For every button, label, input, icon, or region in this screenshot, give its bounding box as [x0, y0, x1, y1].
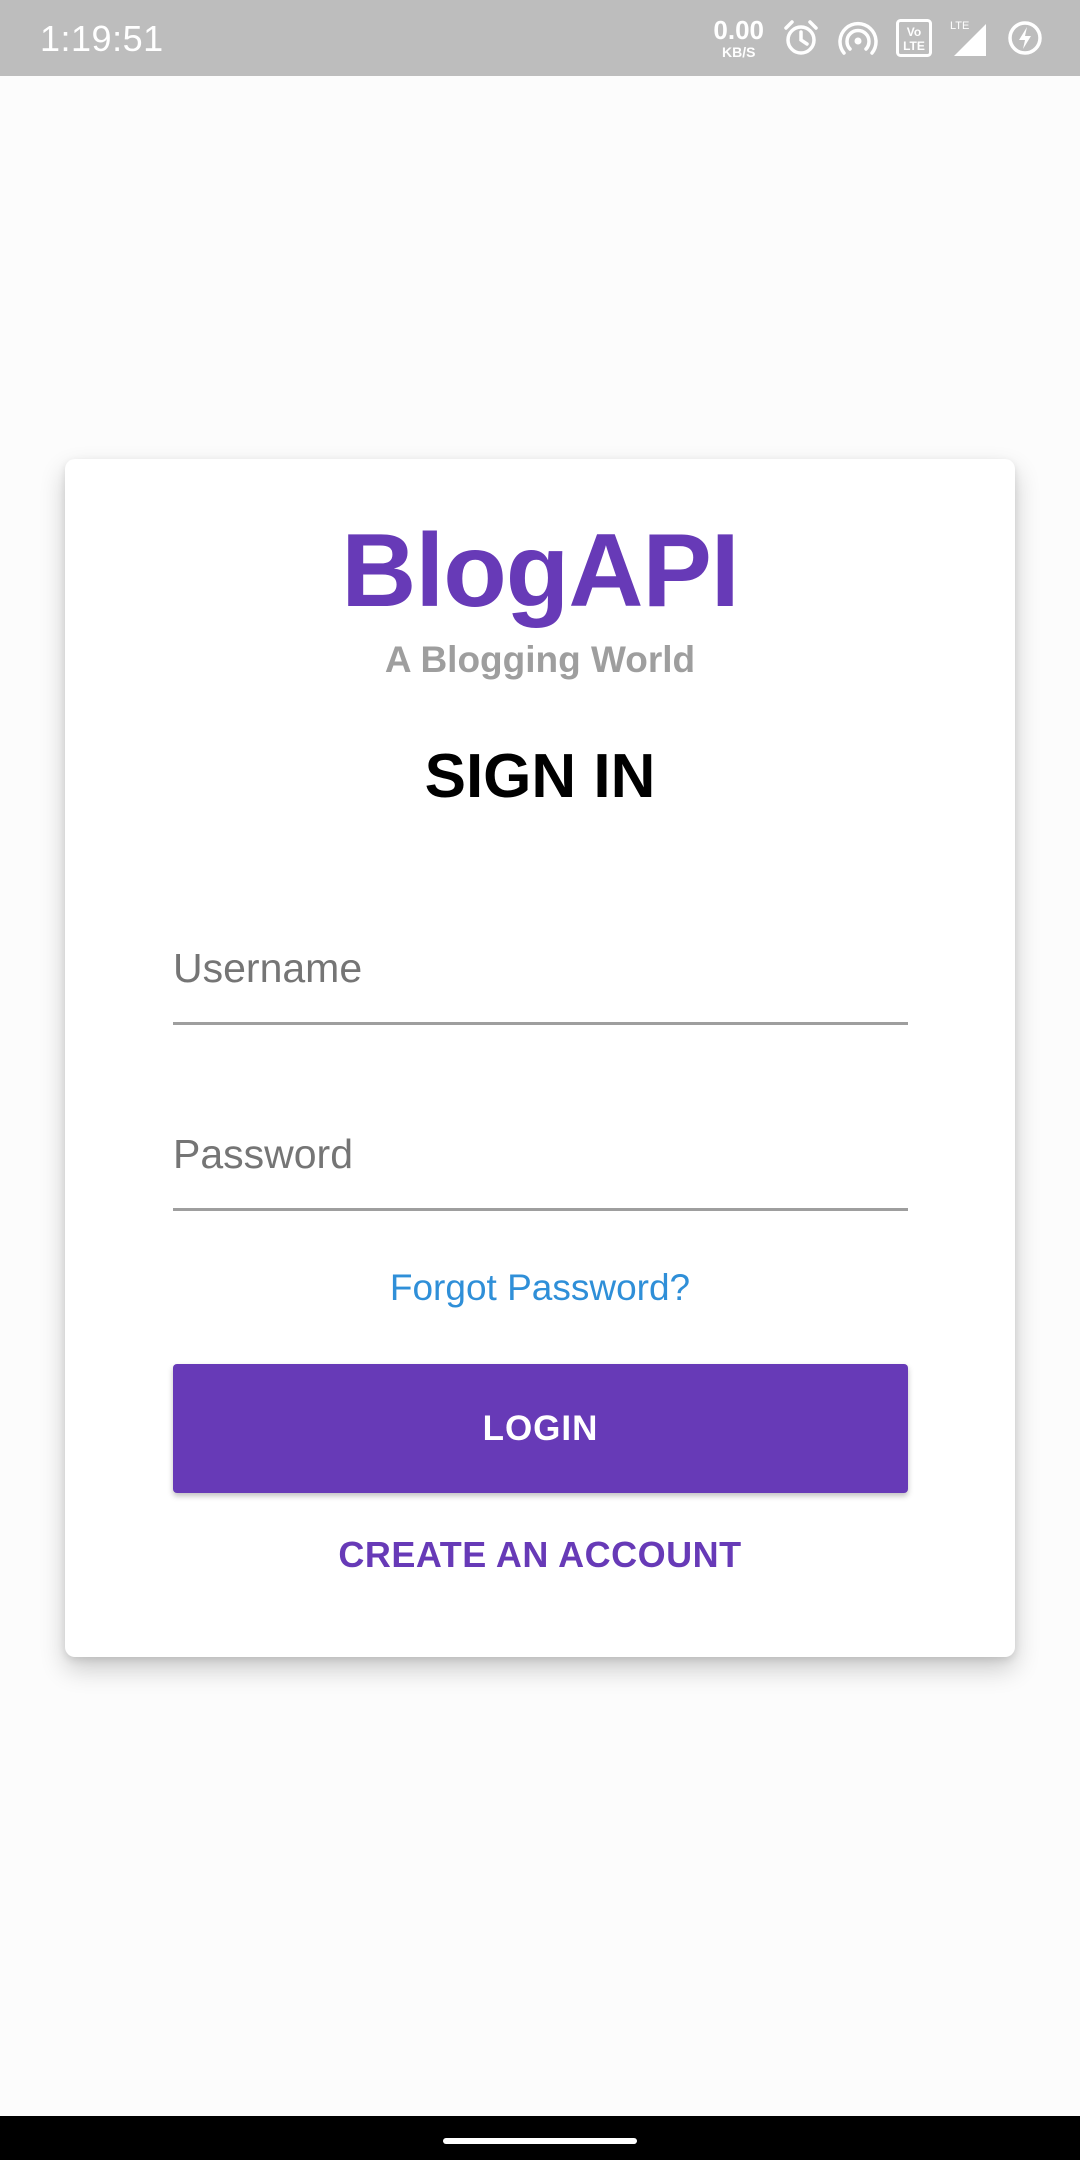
status-icons: 0.00 KB/S Vo LTE LTE	[713, 14, 1044, 62]
navigation-bar	[0, 2116, 1080, 2160]
status-bar: 1:19:51 0.00 KB/S Vo LTE LTE	[0, 0, 1080, 76]
volte-icon: Vo LTE	[896, 19, 932, 57]
network-speed: 0.00 KB/S	[713, 17, 764, 59]
status-time: 1:19:51	[40, 18, 164, 59]
password-input[interactable]	[173, 1115, 908, 1208]
app-logo-text: BlogAPI	[341, 513, 739, 629]
create-account-button[interactable]: CREATE AN ACCOUNT	[65, 1534, 1015, 1576]
login-card: BlogAPI A Blogging World SIGN IN Forgot …	[65, 459, 1015, 1657]
username-input[interactable]	[173, 929, 908, 1022]
svg-text:LTE: LTE	[903, 39, 925, 53]
battery-charging-icon	[1006, 19, 1044, 57]
forgot-password-link[interactable]: Forgot Password?	[65, 1267, 1015, 1309]
svg-text:LTE: LTE	[950, 20, 969, 32]
hotspot-icon	[838, 19, 878, 57]
network-speed-unit: KB/S	[721, 44, 756, 60]
login-button[interactable]: LOGIN	[173, 1364, 908, 1493]
username-field	[173, 929, 908, 1025]
home-indicator[interactable]	[443, 2138, 637, 2144]
lte-signal-icon: LTE	[950, 18, 988, 58]
app-tagline: A Blogging World	[384, 639, 696, 680]
alarm-icon	[782, 19, 820, 57]
svg-text:Vo: Vo	[907, 25, 921, 39]
password-field	[173, 1115, 908, 1211]
network-speed-value: 0.00	[713, 15, 764, 45]
page-title: SIGN IN	[424, 742, 656, 811]
